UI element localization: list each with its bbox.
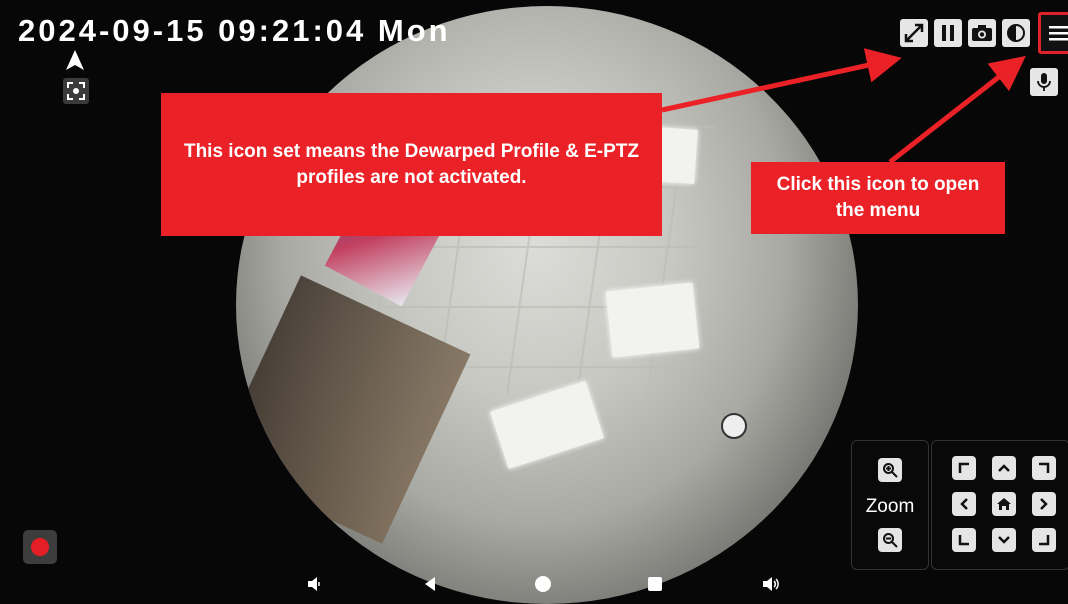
home-nav-icon[interactable] <box>532 572 554 596</box>
dewarp-off-icon[interactable] <box>900 19 928 47</box>
night-mode-icon[interactable] <box>1002 19 1030 47</box>
up-icon-glyph <box>998 464 1010 472</box>
wall-clock <box>721 412 748 439</box>
back-icon-glyph <box>425 577 435 591</box>
volume-down-icon-glyph <box>308 577 320 591</box>
home-icon-glyph <box>997 498 1011 510</box>
down-icon-glyph <box>998 536 1010 544</box>
datetime-overlay: 2024-09-15 09:21:04 Mon <box>18 13 451 48</box>
left-icon-glyph <box>960 498 968 510</box>
top-right-corner-icon-glyph <box>1039 462 1050 473</box>
recent-apps-icon[interactable] <box>645 572 665 596</box>
home-icon[interactable] <box>992 492 1016 516</box>
home-nav-icon-glyph <box>535 576 551 592</box>
bottom-right-corner-icon-glyph <box>1039 535 1050 546</box>
zoom-in-icon-glyph <box>883 463 898 478</box>
zoom-out-icon-glyph <box>883 533 898 548</box>
capture-focus-icon[interactable] <box>63 78 89 104</box>
capture-focus-icon-glyph <box>67 82 85 100</box>
zoom-in-icon[interactable] <box>878 458 902 482</box>
volume-up-icon[interactable] <box>760 572 782 596</box>
system-navigation-bar <box>0 566 1068 604</box>
zoom-control-panel: Zoom <box>851 440 929 570</box>
bottom-right-corner-icon[interactable] <box>1032 528 1056 552</box>
top-toolbar <box>900 12 1068 54</box>
ptz-control-panel <box>931 440 1068 570</box>
night-mode-icon-glyph <box>1007 24 1025 42</box>
ceiling-light <box>605 282 700 358</box>
left-icon[interactable] <box>952 492 976 516</box>
bottom-left-corner-icon-glyph <box>958 535 969 546</box>
record-button[interactable] <box>23 530 57 564</box>
menu-icon-glyph <box>1049 26 1068 41</box>
pause-icon-glyph <box>942 25 954 41</box>
microphone-icon-glyph <box>1037 73 1051 91</box>
top-left-corner-icon-glyph <box>958 462 969 473</box>
navigation-arrow-icon[interactable] <box>63 48 87 72</box>
microphone-icon[interactable] <box>1030 68 1058 96</box>
navigation-arrow-icon-glyph <box>66 50 84 70</box>
bottom-left-corner-icon[interactable] <box>952 528 976 552</box>
annotation-callout-icon-set: This icon set means the Dewarped Profile… <box>161 93 662 236</box>
right-icon[interactable] <box>1032 492 1056 516</box>
top-right-corner-icon[interactable] <box>1032 456 1056 480</box>
volume-down-icon[interactable] <box>304 572 324 596</box>
menu-icon[interactable] <box>1038 12 1068 54</box>
dewarp-off-icon-glyph <box>904 23 924 43</box>
zoom-label: Zoom <box>865 496 915 517</box>
right-icon-glyph <box>1040 498 1048 510</box>
camera-icon-glyph <box>972 25 992 41</box>
volume-up-icon-glyph <box>763 577 779 591</box>
recent-apps-icon-glyph <box>648 577 662 591</box>
back-icon[interactable] <box>420 572 440 596</box>
record-icon <box>31 538 49 556</box>
top-left-corner-icon[interactable] <box>952 456 976 480</box>
down-icon[interactable] <box>992 528 1016 552</box>
annotation-callout-menu: Click this icon to open the menu <box>751 162 1005 234</box>
camera-icon[interactable] <box>968 19 996 47</box>
up-icon[interactable] <box>992 456 1016 480</box>
pause-icon[interactable] <box>934 19 962 47</box>
zoom-out-icon[interactable] <box>878 528 902 552</box>
